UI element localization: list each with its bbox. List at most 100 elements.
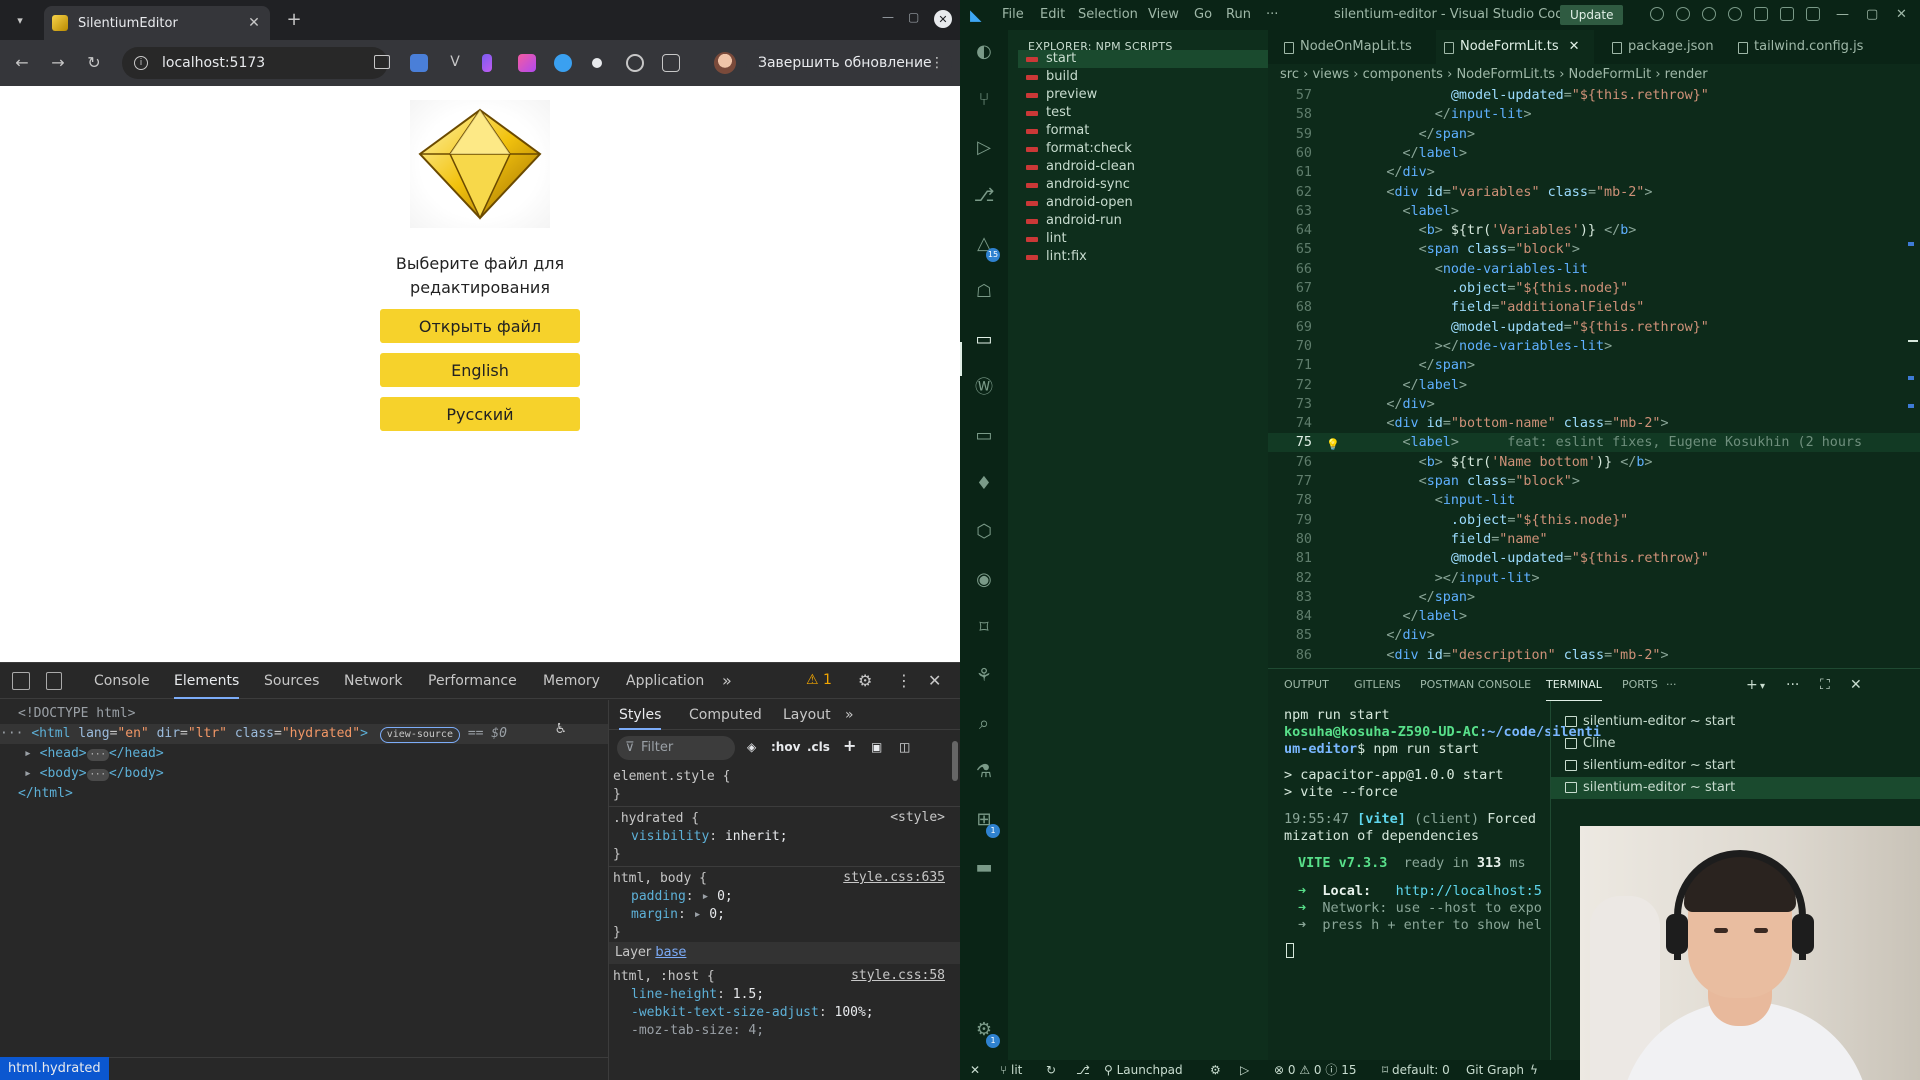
code-line[interactable]: 66 <node-variables-lit [1268, 260, 1920, 279]
devtools-menu-icon[interactable]: ⋮ [896, 671, 912, 690]
panel-tab-postman[interactable]: POSTMAN CONSOLE [1420, 669, 1531, 701]
prop-value[interactable]: inherit; [725, 829, 788, 844]
code-line[interactable]: 65 <span class="block"> [1268, 240, 1920, 259]
translate-extension-icon[interactable] [410, 54, 428, 72]
accounts-sync-icon[interactable] [1728, 7, 1742, 21]
code-line[interactable]: 59 </span> [1268, 125, 1920, 144]
expand-arrow-icon[interactable]: ▸ [24, 746, 32, 761]
panel-more-icon[interactable]: ··· [1786, 677, 1799, 693]
close-devtools-icon[interactable]: ✕ [928, 671, 941, 690]
code-line[interactable]: 86 <div id="description" class="mb-2"> [1268, 646, 1920, 665]
code-line[interactable]: 62 <div id="variables" class="mb-2"> [1268, 183, 1920, 202]
crumb-class[interactable]: NodeFormLit [1569, 67, 1652, 82]
code-line[interactable]: 74 <div id="bottom-name" class="mb-2"> [1268, 414, 1920, 433]
code-line[interactable]: 67 .object="${this.node}" [1268, 279, 1920, 298]
record-extension-icon[interactable] [592, 58, 602, 68]
tab-nodeonmaplit[interactable]: NodeOnMapLit.ts [1276, 30, 1432, 64]
code-line[interactable]: 72 </label> [1268, 376, 1920, 395]
expand-arrow-icon[interactable]: ▸ [24, 766, 32, 781]
npm-script-android-run[interactable]: android-run [1018, 212, 1268, 230]
code-line[interactable]: 85 </div> [1268, 626, 1920, 645]
npm-script-lint-fix[interactable]: lint:fix [1018, 248, 1268, 266]
tab-tailwind-config[interactable]: tailwind.config.js [1730, 30, 1880, 64]
styles-filter-input[interactable]: ⊽ Filter [617, 736, 735, 760]
crumb-file[interactable]: NodeFormLit.ts [1456, 67, 1555, 82]
tab-network[interactable]: Network [344, 663, 402, 699]
layout-icon[interactable] [1806, 7, 1820, 21]
prop-name[interactable]: margin [631, 907, 678, 922]
npm-script-android-clean[interactable]: android-clean [1018, 158, 1268, 176]
device-toolbar-icon[interactable] [46, 672, 62, 690]
gitlens-icon[interactable]: ◉ [972, 568, 996, 592]
tab-styles[interactable]: Styles [619, 700, 662, 730]
close-panel-icon[interactable]: ✕ [1850, 677, 1862, 693]
forward-icon[interactable]: → [48, 53, 68, 73]
close-tab-icon[interactable]: ✕ [246, 15, 262, 31]
update-button[interactable]: Update [1560, 5, 1624, 25]
npm-script-format-check[interactable]: format:check [1018, 140, 1268, 158]
view-source-badge[interactable]: view-source [379, 727, 460, 743]
code-line[interactable]: 61 </div> [1268, 163, 1920, 182]
rule-source[interactable]: <style> [890, 810, 945, 825]
code-line[interactable]: 58 </input-lit> [1268, 105, 1920, 124]
profile-avatar[interactable] [714, 52, 736, 74]
toggle-panel-icon[interactable] [1780, 7, 1794, 21]
hov-toggle[interactable]: :hov [771, 740, 800, 754]
tab-performance[interactable]: Performance [428, 663, 517, 699]
tab-elements[interactable]: Elements [174, 663, 240, 699]
prop-value[interactable]: 100%; [835, 1005, 874, 1020]
layers-icon[interactable]: ◈ [747, 740, 756, 754]
crumb-method[interactable]: render [1665, 67, 1708, 82]
code-line[interactable]: 68 field="additionalFields" [1268, 298, 1920, 317]
terminal-item[interactable]: silentium-editor ~ start [1551, 711, 1920, 733]
panel-tab-terminal[interactable]: TERMINAL [1546, 669, 1602, 701]
paint-icon[interactable]: ▣ [871, 740, 882, 754]
prop-value[interactable]: 0; [709, 907, 725, 922]
tab-nodeformlit[interactable]: NodeFormLit.ts ✕ [1436, 30, 1594, 64]
remote-status-icon[interactable]: ✕ [970, 1060, 980, 1080]
prop-value[interactable]: 4; [748, 1023, 764, 1038]
code-area[interactable]: 57 @model-updated="${this.rethrow}" 58 </… [1268, 86, 1920, 666]
code-line[interactable]: 73 </div> [1268, 395, 1920, 414]
crumb-src[interactable]: src [1280, 67, 1299, 82]
minimize-icon[interactable]: — [1836, 0, 1849, 30]
code-line[interactable]: 80 field="name" [1268, 530, 1920, 549]
code-line[interactable]: 57 @model-updated="${this.rethrow}" [1268, 86, 1920, 105]
code-line[interactable]: 60 </label> [1268, 144, 1920, 163]
npm-script-android-sync[interactable]: android-sync [1018, 176, 1268, 194]
head-node[interactable]: ▸ <head> ··· </head> [24, 744, 164, 764]
wordpress-icon[interactable]: Ⓦ [972, 376, 996, 400]
settings-gear-icon[interactable]: ⚙ [858, 671, 872, 690]
terminal-item[interactable]: Cline [1551, 733, 1920, 755]
target-extension-icon[interactable] [626, 54, 644, 72]
tab-memory[interactable]: Memory [543, 663, 600, 699]
search-extension-icon[interactable] [554, 54, 572, 72]
menu-view[interactable]: View [1148, 0, 1179, 30]
terminal-item[interactable]: silentium-editor ~ start [1551, 755, 1920, 777]
term-local-url[interactable]: http://localhost:5 [1396, 883, 1542, 899]
site-info-icon[interactable]: i [134, 56, 148, 70]
tab-package-json[interactable]: package.json [1604, 30, 1714, 64]
color-extension-icon[interactable] [518, 54, 536, 72]
tab-computed[interactable]: Computed [689, 700, 762, 730]
sync-icon[interactable]: ↻ [1046, 1060, 1056, 1080]
menu-file[interactable]: File [1002, 0, 1024, 30]
remote-icon[interactable]: ◐ [972, 40, 996, 64]
npm-script-start[interactable]: start [1018, 50, 1268, 68]
debug-icon[interactable]: ⚙ [1210, 1060, 1221, 1080]
crumb-views[interactable]: views [1312, 67, 1349, 82]
browser-tab[interactable]: SilentiumEditor ✕ [44, 6, 270, 40]
address-bar[interactable]: i localhost:5173 ☆ [122, 47, 424, 79]
code-line[interactable]: 69 @model-updated="${this.rethrow}" [1268, 318, 1920, 337]
account-icon[interactable] [1702, 7, 1716, 21]
default-status[interactable]: ⌑ default: 0 [1382, 1060, 1450, 1080]
maximize-icon[interactable]: ▢ [908, 10, 919, 24]
styles-scrollbar[interactable] [952, 741, 958, 781]
menu-edit[interactable]: Edit [1040, 0, 1065, 30]
folder-open-icon[interactable]: ▬ [972, 856, 996, 880]
code-line[interactable]: 84 </label> [1268, 607, 1920, 626]
code-line[interactable]: 71 </span> [1268, 356, 1920, 375]
folder-icon[interactable]: ▭ [972, 424, 996, 448]
warnings-indicator[interactable]: ⚠ 1 [806, 672, 832, 688]
more-panes-icon[interactable]: » [845, 700, 854, 730]
